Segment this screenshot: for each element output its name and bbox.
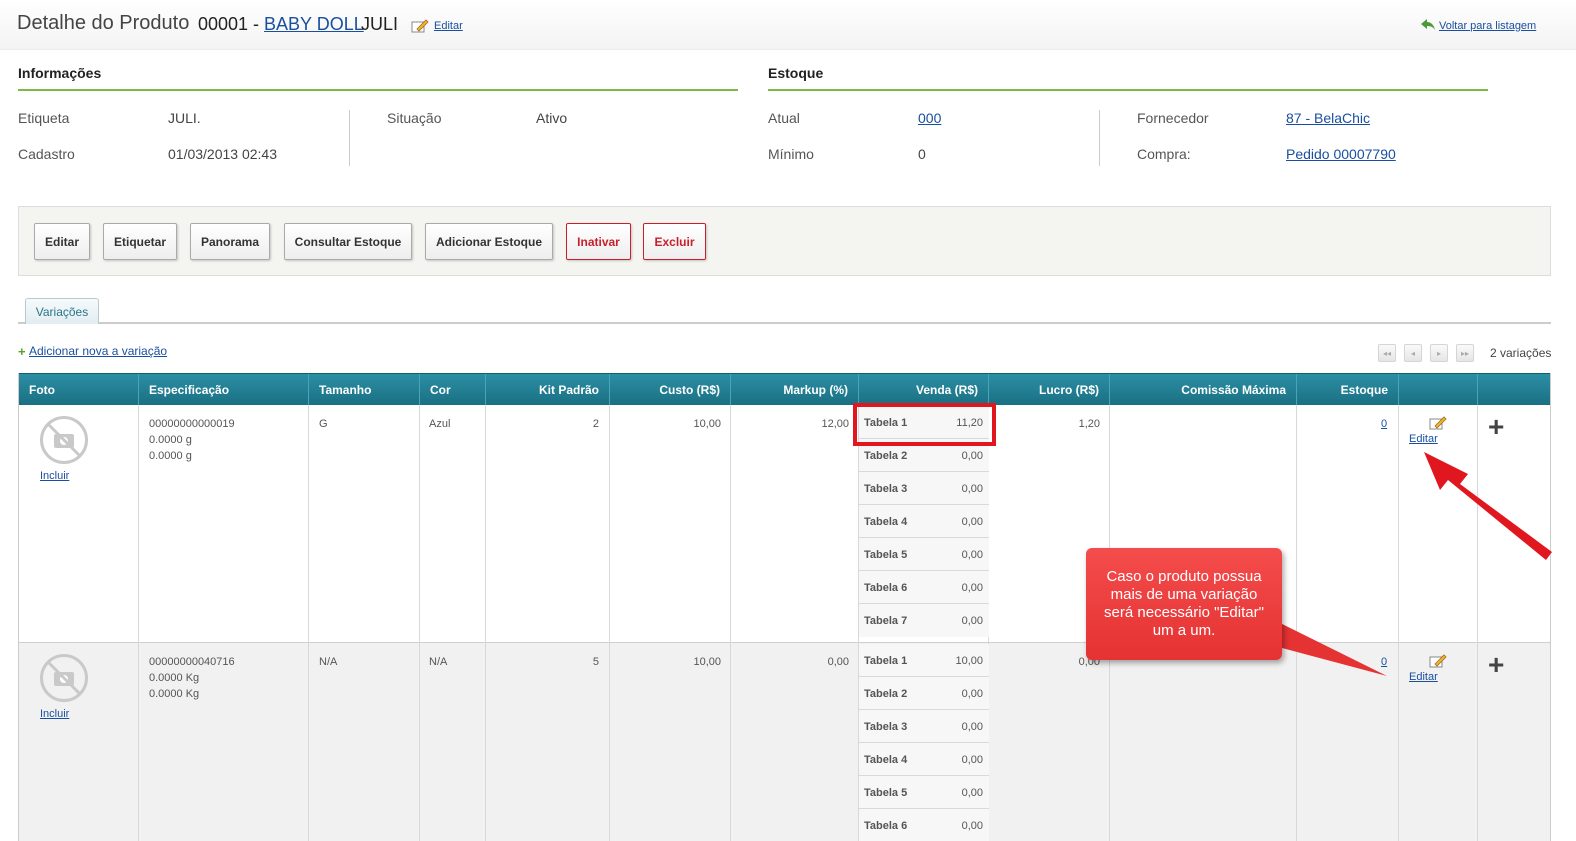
callout-note: Caso o produto possua mais de uma variaç… [1086,548,1282,660]
annotation-arrows [1270,452,1552,676]
